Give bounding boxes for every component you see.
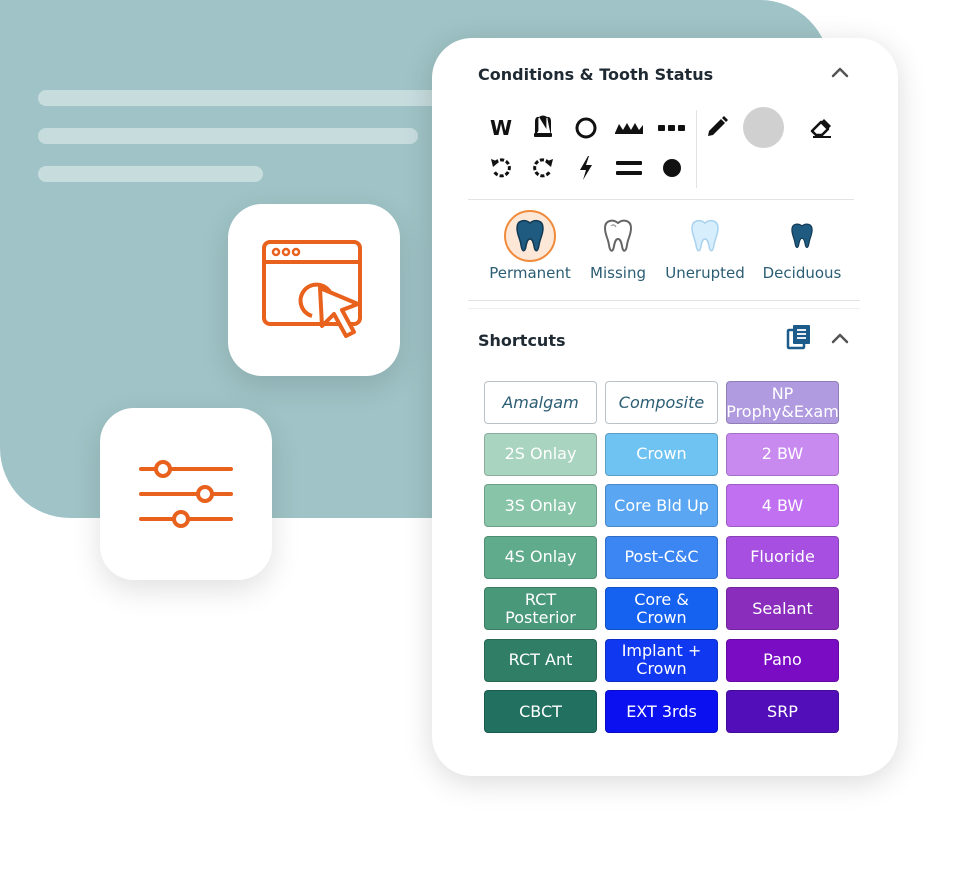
shortcut-button[interactable]: SRP — [726, 690, 839, 733]
sliders-icon — [139, 460, 233, 528]
shortcut-button[interactable]: 2S Onlay — [484, 432, 597, 476]
dots-icon — [658, 125, 685, 131]
tooth-type-label: Missing — [590, 264, 646, 282]
rotate-right-icon — [533, 158, 553, 178]
eraser-tool[interactable] — [806, 113, 836, 143]
shortcut-button[interactable]: Sealant — [726, 587, 839, 630]
tool-divider — [696, 110, 697, 188]
tooth-type-permanent[interactable]: Permanent — [484, 210, 576, 282]
chevron-up-icon[interactable] — [830, 331, 850, 345]
tooth-type-label: Deciduous — [762, 264, 842, 282]
wear-label: W — [489, 116, 513, 140]
shortcut-button[interactable]: 4 BW — [726, 484, 839, 527]
crown-icon — [534, 115, 552, 137]
shortcut-button[interactable]: Core Bld Up — [605, 484, 718, 527]
book-icon[interactable] — [786, 324, 812, 350]
shortcut-button[interactable]: EXT 3rds — [605, 690, 718, 733]
shortcut-button[interactable]: Pano — [726, 638, 839, 682]
shortcut-button[interactable]: 3S Onlay — [484, 484, 597, 527]
color-swatch[interactable] — [743, 107, 784, 148]
tooth-type-label: Permanent — [489, 264, 571, 282]
shortcut-button[interactable]: Amalgam — [484, 381, 597, 424]
section-divider — [468, 308, 860, 309]
equals-icon — [616, 161, 642, 175]
bolt-tool[interactable] — [571, 153, 601, 183]
tooth-wrap — [776, 210, 828, 262]
tooth-icon — [603, 219, 633, 252]
lightning-icon — [580, 156, 592, 180]
circle-outline-icon — [575, 117, 597, 139]
conditions-section-title: Conditions & Tooth Status — [478, 65, 714, 84]
settings-tile — [100, 408, 272, 580]
shortcut-button[interactable]: Fluoride — [726, 535, 839, 579]
chevron-up-icon[interactable] — [830, 65, 850, 79]
shortcut-button[interactable]: RCT Ant — [484, 638, 597, 682]
shortcut-button[interactable]: Crown — [605, 432, 718, 476]
dots-tool[interactable] — [657, 113, 687, 143]
browser-cursor-icon — [262, 240, 362, 338]
tooth-selected-ring — [504, 210, 556, 262]
shortcut-button[interactable]: CBCT — [484, 690, 597, 733]
zigzag-icon — [615, 123, 643, 134]
filled-circle-icon — [663, 159, 681, 177]
browser-click-tile — [228, 204, 400, 376]
dot-tool[interactable] — [657, 153, 687, 183]
shortcuts-section-title: Shortcuts — [478, 331, 566, 350]
tooth-icon — [516, 219, 544, 252]
rotate-left-icon — [491, 158, 511, 178]
section-divider — [468, 300, 860, 301]
tooth-wrap — [592, 210, 644, 262]
rotate-left-tool[interactable] — [486, 153, 516, 183]
pencil-icon — [708, 116, 728, 136]
shortcut-button[interactable]: RCT Posterior — [484, 587, 597, 630]
tooth-type-deciduous[interactable]: Deciduous — [756, 210, 848, 282]
placeholder-line — [38, 166, 263, 182]
rotate-right-tool[interactable] — [528, 153, 558, 183]
shortcut-button[interactable]: NP Prophy&Exam — [726, 381, 839, 424]
crown-tool[interactable] — [528, 112, 558, 142]
placeholder-line — [38, 90, 438, 106]
circle-tool[interactable] — [571, 113, 601, 143]
equals-tool[interactable] — [614, 153, 644, 183]
shortcut-button[interactable]: Implant + Crown — [605, 638, 718, 682]
pencil-tool[interactable] — [702, 112, 732, 142]
tooth-icon — [791, 223, 813, 249]
zigzag-tool[interactable] — [614, 113, 644, 143]
shortcut-button[interactable]: 4S Onlay — [484, 535, 597, 579]
wear-tool[interactable]: W — [486, 113, 516, 143]
tooth-icon — [691, 219, 719, 252]
tooth-type-missing[interactable]: Missing — [572, 210, 664, 282]
tooth-type-label: Unerupted — [665, 264, 745, 282]
tooth-wrap — [679, 210, 731, 262]
shortcut-button[interactable]: Core & Crown — [605, 587, 718, 630]
tooth-type-unerupted[interactable]: Unerupted — [659, 210, 751, 282]
section-divider — [468, 199, 854, 200]
tooth-chart-panel: Conditions & Tooth Status W Permanent Mi… — [432, 38, 898, 776]
shortcut-button[interactable]: 2 BW — [726, 432, 839, 476]
eraser-icon — [810, 119, 831, 138]
shortcut-button[interactable]: Post-C&C — [605, 535, 718, 579]
placeholder-line — [38, 128, 418, 144]
shortcut-button[interactable]: Composite — [605, 381, 718, 424]
